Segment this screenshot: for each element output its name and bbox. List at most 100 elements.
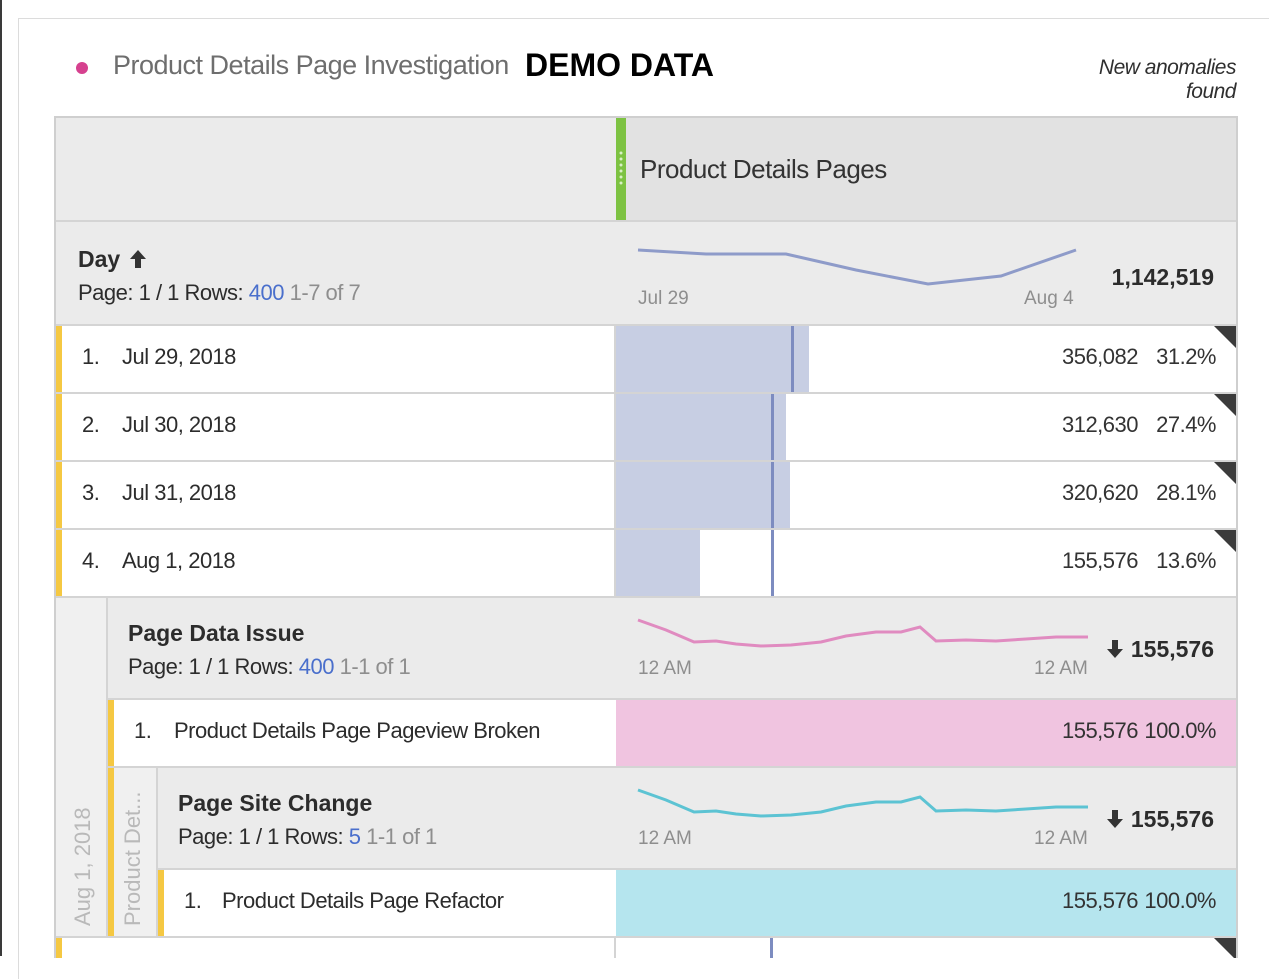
psc-rows-selector[interactable]: 5	[349, 824, 361, 849]
panel-title[interactable]: Product Details Page Investigation	[113, 50, 509, 81]
panel-status-dot[interactable]	[76, 62, 88, 74]
breakdown-inner-gutter: Product Det...	[108, 768, 158, 958]
drag-dots-icon	[619, 151, 623, 185]
day-page-text: Page: 1 / 1	[78, 280, 179, 305]
pdi-range: 1-1 of 1	[339, 654, 411, 679]
pdi-axis-end: 12 AM	[1034, 658, 1088, 679]
day-pagination: Page: 1 / 1 Rows: 400 1-7 of 7	[78, 280, 361, 306]
page-data-issue-header: Page Data Issue Page: 1 / 1 Rows: 400 1-…	[108, 598, 1236, 698]
psc-page-text: Page: 1 / 1	[178, 824, 279, 849]
bar-marker	[770, 938, 773, 958]
day-range: 1-7 of 7	[289, 280, 361, 305]
row-flag-icon	[1214, 530, 1236, 552]
row-value: 155,576	[1061, 548, 1139, 573]
page-data-issue-sparkline	[637, 618, 1088, 648]
header-dimension-cell	[56, 118, 616, 220]
row-label[interactable]: Jul 30, 2018	[122, 412, 236, 438]
pdi-page-text: Page: 1 / 1	[128, 654, 229, 679]
pdi-axis-start: 12 AM	[638, 658, 692, 679]
row-label[interactable]: Product Details Page Refactor	[222, 888, 504, 914]
row-percent: 27.4%	[1156, 412, 1216, 437]
table-row[interactable]: 4. Aug 1, 2018 155,576 13.6%	[56, 530, 1236, 596]
row-percent: 100.0%	[1144, 718, 1216, 743]
row-value: 312,630	[1061, 412, 1139, 437]
sort-ascending-icon[interactable]	[129, 249, 147, 269]
row-percent: 28.1%	[1156, 480, 1216, 505]
row-label[interactable]: Jul 29, 2018	[122, 344, 236, 370]
row-accent	[108, 768, 114, 958]
row-bar	[616, 530, 700, 596]
bar-marker	[771, 530, 774, 596]
row-index: 2.	[82, 412, 100, 437]
arrow-down-icon	[1107, 810, 1124, 828]
table-row[interactable]: 2. Jul 30, 2018 312,630 27.4%	[56, 394, 1236, 460]
table-row[interactable]: 1. Product Details Page Refactor 155,576…	[158, 870, 1236, 936]
row-accent	[56, 394, 62, 460]
row-value: 155,576	[1061, 718, 1139, 743]
day-rows-selector[interactable]: 400	[249, 280, 285, 305]
row-accent	[158, 870, 164, 936]
day-axis-end: Aug 4	[1024, 288, 1074, 309]
row-index: 3.	[82, 480, 100, 505]
day-sparkline	[637, 248, 1077, 286]
row-label[interactable]: Aug 1, 2018	[122, 548, 236, 574]
row-bar	[616, 462, 790, 528]
row-accent	[108, 700, 114, 766]
row-index: 1.	[134, 718, 152, 743]
row-index: 4.	[82, 548, 100, 573]
breakdown-inner-label[interactable]: Product Det...	[120, 791, 146, 926]
row-accent	[56, 326, 62, 392]
day-dimension-header: Day Page: 1 / 1 Rows: 400 1-7 of 7 Jul 2…	[56, 222, 1236, 324]
psc-axis-start: 12 AM	[638, 828, 692, 849]
pdi-total: 155,576	[1106, 636, 1214, 663]
psc-total-value: 155,576	[1130, 806, 1214, 832]
day-total: 1,142,519	[1111, 264, 1214, 290]
demo-data-label: DEMO DATA	[525, 47, 715, 83]
bar-marker	[771, 394, 774, 460]
row-flag-icon	[1214, 938, 1236, 958]
row-flag-icon	[1214, 394, 1236, 416]
bar-marker	[771, 462, 774, 528]
row-fill	[616, 870, 1236, 936]
day-label-text: Day	[78, 246, 121, 272]
row-bar	[616, 394, 786, 460]
row-accent	[56, 530, 62, 596]
page-site-change-pagination: Page: 1 / 1 Rows: 5 1-1 of 1	[178, 824, 437, 850]
page-data-issue-pagination: Page: 1 / 1 Rows: 400 1-1 of 1	[128, 654, 411, 680]
metric-column-label: Product Details Pages	[640, 154, 887, 184]
row-value: 155,576	[1061, 888, 1139, 913]
divider	[614, 938, 616, 958]
row-label[interactable]: Jul 31, 2018	[122, 480, 236, 506]
row-percent: 100.0%	[1144, 888, 1216, 913]
table-row-partial[interactable]	[56, 938, 1236, 958]
row-value: 356,082	[1061, 344, 1139, 369]
row-accent	[56, 938, 62, 958]
row-index: 1.	[82, 344, 100, 369]
table-row[interactable]: 3. Jul 31, 2018 320,620 28.1%	[56, 462, 1236, 528]
row-bar	[616, 326, 809, 392]
pdi-rows-label: Rows:	[234, 654, 294, 679]
metric-column-header[interactable]: Product Details Pages	[626, 118, 1236, 220]
pdi-total-value: 155,576	[1130, 636, 1214, 662]
table-row[interactable]: 1. Product Details Page Pageview Broken …	[108, 700, 1236, 766]
page-site-change-label[interactable]: Page Site Change	[178, 790, 372, 817]
day-rows-label: Rows:	[184, 280, 244, 305]
row-label[interactable]: Product Details Page Pageview Broken	[174, 718, 541, 744]
row-fill	[616, 700, 1236, 766]
breakdown-outer-label[interactable]: Aug 1, 2018	[70, 807, 96, 926]
page-site-change-sparkline	[637, 788, 1088, 818]
pdi-rows-selector[interactable]: 400	[299, 654, 335, 679]
day-axis-start: Jul 29	[638, 288, 689, 309]
day-dimension-label[interactable]: Day	[78, 246, 147, 273]
row-value: 320,620	[1061, 480, 1139, 505]
window-edge	[0, 0, 2, 956]
page-data-issue-label[interactable]: Page Data Issue	[128, 620, 304, 647]
table-row[interactable]: 1. Jul 29, 2018 356,082 31.2%	[56, 326, 1236, 392]
breakdown-outer-gutter: Aug 1, 2018	[56, 598, 108, 958]
psc-rows-label: Rows:	[284, 824, 344, 849]
anomalies-notice[interactable]: New anomalies found	[1046, 56, 1237, 104]
row-flag-icon	[1214, 462, 1236, 484]
psc-axis-end: 12 AM	[1034, 828, 1088, 849]
column-drag-handle[interactable]	[616, 118, 626, 220]
row-percent: 13.6%	[1156, 548, 1216, 573]
